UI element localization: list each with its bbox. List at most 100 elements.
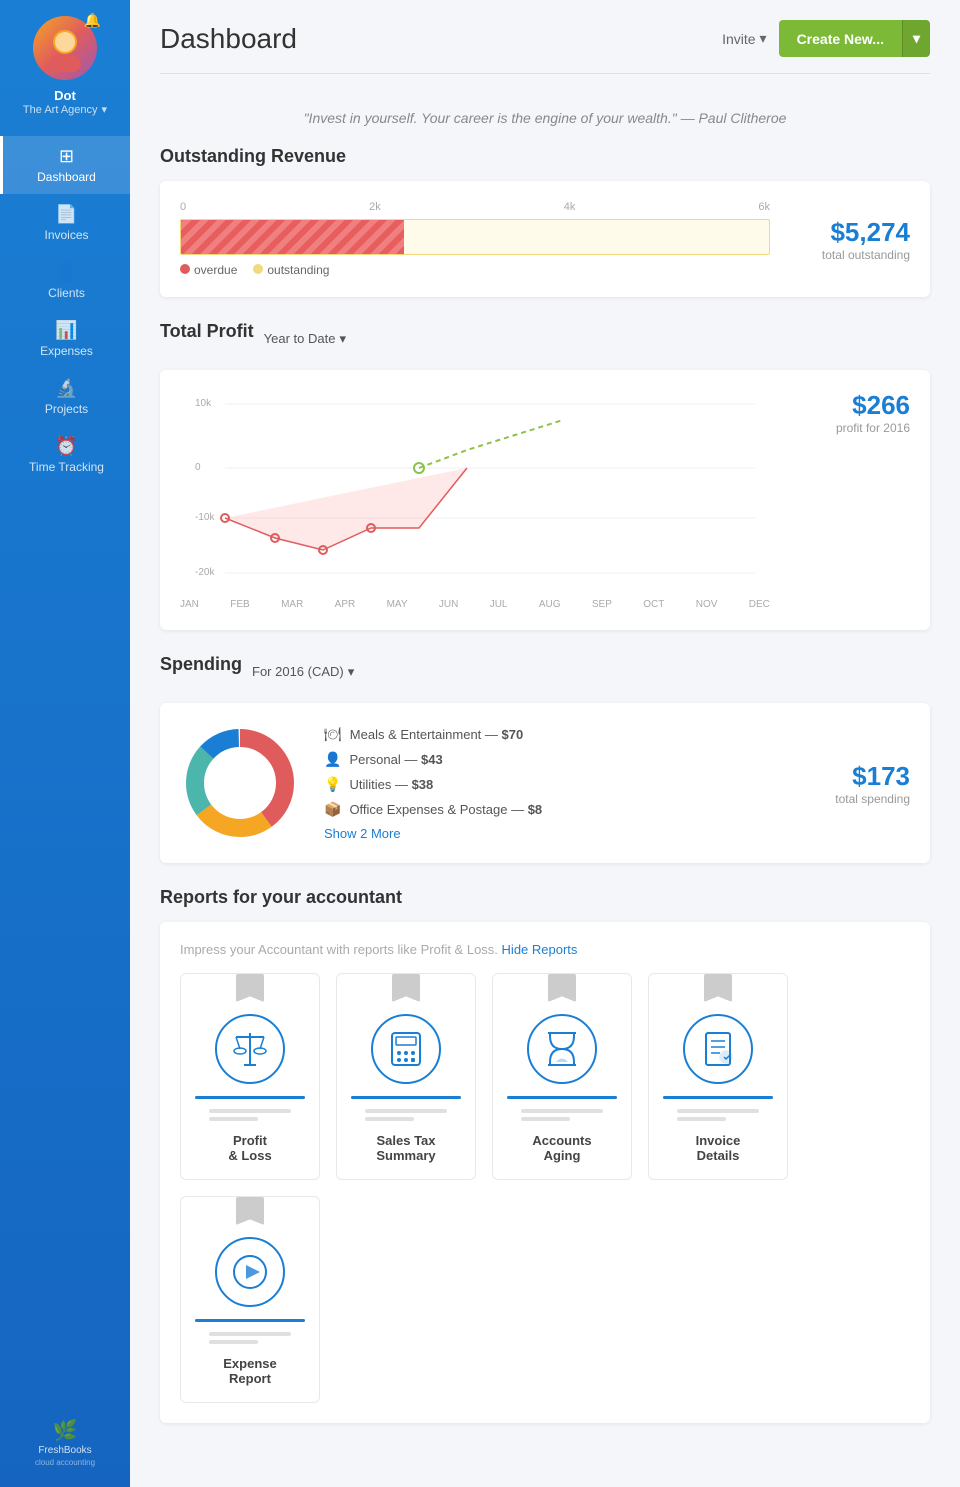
play-circle-icon (230, 1252, 270, 1292)
clip-icon (392, 974, 420, 1002)
legend-item-meals: 🍽 Meals & Entertainment — $70 (324, 726, 786, 743)
report-divider (195, 1096, 305, 1099)
report-clip (649, 974, 787, 1002)
legend-item-utilities: 💡 Utilities — $38 (324, 776, 786, 793)
clients-icon: 👤 (55, 262, 77, 283)
report-lines (365, 1109, 448, 1121)
avatar-wrap: 🔔 (33, 16, 97, 80)
meals-icon: 🍽 (324, 726, 342, 743)
report-clip (337, 974, 475, 1002)
sales-tax-icon-wrap (371, 1014, 441, 1084)
create-new-button[interactable]: Create New... ▾ (779, 20, 930, 57)
report-card-sales-tax[interactable]: Sales TaxSummary (336, 973, 476, 1180)
sidebar-item-time-tracking[interactable]: ⏰ Time Tracking (0, 426, 130, 484)
report-name-expense-report: ExpenseReport (223, 1356, 276, 1386)
sidebar-item-label: Clients (48, 286, 85, 300)
time-tracking-icon: ⏰ (55, 436, 77, 457)
sidebar-item-label: Projects (45, 402, 88, 416)
report-card-expense-report[interactable]: ExpenseReport (180, 1196, 320, 1403)
chevron-down-icon: ▾ (102, 103, 108, 116)
revenue-chart-area: 0 2k 4k 6k overdue outstanding $5,274 (180, 201, 910, 277)
clip-icon (704, 974, 732, 1002)
outstanding-dot (253, 264, 263, 274)
revenue-label: total outstanding (790, 248, 910, 262)
hide-reports-link[interactable]: Hide Reports (502, 942, 578, 957)
reports-card: Impress your Accountant with reports lik… (160, 922, 930, 1423)
revenue-scale: 0 2k 4k 6k (180, 201, 770, 213)
profit-total: $266 profit for 2016 (790, 390, 910, 435)
spending-header: Spending For 2016 (CAD) ▾ (160, 654, 930, 689)
sidebar-item-projects[interactable]: 🔬 Projects (0, 368, 130, 426)
sidebar-item-expenses[interactable]: 📊 Expenses (0, 310, 130, 368)
invoices-icon: 📄 (55, 204, 77, 225)
profit-chart: 10k 0 -10k -20k (180, 390, 770, 610)
legend-item-office: 📦 Office Expenses & Postage — $8 (324, 801, 786, 818)
sidebar-item-clients[interactable]: 👤 Clients (0, 252, 130, 310)
invite-button[interactable]: Invite ▾ (722, 30, 767, 47)
spending-total: $173 total spending (810, 761, 910, 806)
calculator-icon (386, 1029, 426, 1069)
report-clip (181, 974, 319, 1002)
report-card-invoice-details[interactable]: InvoiceDetails (648, 973, 788, 1180)
profit-loss-icon-wrap (215, 1014, 285, 1084)
outstanding-revenue-section: Outstanding Revenue 0 2k 4k 6k overdue (160, 146, 930, 297)
user-name: Dot (54, 88, 76, 103)
outstanding-revenue-title: Outstanding Revenue (160, 146, 930, 167)
show-more-button[interactable]: Show 2 More (324, 826, 786, 841)
svg-text:10k: 10k (195, 398, 212, 409)
profit-period-selector[interactable]: Year to Date ▾ (264, 331, 346, 347)
sidebar-item-dashboard[interactable]: ⊞ Dashboard (0, 136, 130, 194)
spending-label: total spending (810, 792, 910, 806)
accounts-aging-icon-wrap (527, 1014, 597, 1084)
invoice-icon (698, 1029, 738, 1069)
revenue-legend: overdue outstanding (180, 263, 770, 277)
svg-text:0: 0 (195, 462, 201, 473)
spending-title: Spending (160, 654, 242, 675)
report-lines (521, 1109, 604, 1121)
chart-months: JAN FEB MAR APR MAY JUN JUL AUG SEP OCT … (180, 599, 770, 610)
clip-icon (548, 974, 576, 1002)
header-actions: Invite ▾ Create New... ▾ (722, 20, 930, 57)
sidebar: 🔔 Dot The Art Agency ▾ ⊞ Dashboard 📄 Inv… (0, 0, 130, 1487)
notification-bell-icon[interactable]: 🔔 (84, 12, 101, 29)
spending-period-selector[interactable]: For 2016 (CAD) ▾ (252, 664, 354, 680)
svg-text:-20k: -20k (195, 567, 215, 578)
outstanding-revenue-card: 0 2k 4k 6k overdue outstanding $5,274 (160, 181, 930, 297)
report-name-sales-tax: Sales TaxSummary (376, 1133, 435, 1163)
report-lines (209, 1109, 292, 1121)
spending-amount: $173 (810, 761, 910, 792)
profit-card: 10k 0 -10k -20k (160, 370, 930, 630)
expense-report-icon-wrap (215, 1237, 285, 1307)
sidebar-nav: ⊞ Dashboard 📄 Invoices 👤 Clients 📊 Expen… (0, 136, 130, 484)
revenue-chart: 0 2k 4k 6k overdue outstanding (180, 201, 770, 277)
report-card-accounts-aging[interactable]: AccountsAging (492, 973, 632, 1180)
hourglass-icon (542, 1029, 582, 1069)
report-name-profit-loss: Profit& Loss (228, 1133, 271, 1163)
report-card-profit-loss[interactable]: Profit& Loss (180, 973, 320, 1180)
spending-content: 🍽 Meals & Entertainment — $70 👤 Personal… (180, 723, 910, 843)
dashboard-icon: ⊞ (59, 146, 74, 167)
sidebar-item-label: Invoices (44, 228, 88, 242)
office-icon: 📦 (324, 801, 341, 818)
chevron-down-icon: ▾ (760, 30, 767, 47)
projects-icon: 🔬 (55, 378, 77, 399)
report-lines (209, 1332, 292, 1344)
reports-section: Reports for your accountant Impress your… (160, 887, 930, 1423)
total-profit-section: Total Profit Year to Date ▾ 10k 0 -10k -… (160, 321, 930, 630)
chevron-down-icon: ▾ (348, 664, 355, 680)
report-divider (507, 1096, 617, 1099)
reports-grid-row2: ExpenseReport (180, 1196, 910, 1403)
report-name-accounts-aging: AccountsAging (532, 1133, 591, 1163)
clip-icon (236, 1197, 264, 1225)
page-title: Dashboard (160, 23, 297, 55)
sidebar-item-invoices[interactable]: 📄 Invoices (0, 194, 130, 252)
page-header: Dashboard Invite ▾ Create New... ▾ (160, 0, 930, 74)
create-new-dropdown-arrow[interactable]: ▾ (902, 20, 930, 57)
spending-card: 🍽 Meals & Entertainment — $70 👤 Personal… (160, 703, 930, 863)
motivational-quote: "Invest in yourself. Your career is the … (160, 94, 930, 146)
overdue-bar (181, 220, 404, 254)
profit-amount: $266 (790, 390, 910, 421)
report-clip (181, 1197, 319, 1225)
report-divider (351, 1096, 461, 1099)
revenue-total: $5,274 total outstanding (790, 217, 910, 262)
